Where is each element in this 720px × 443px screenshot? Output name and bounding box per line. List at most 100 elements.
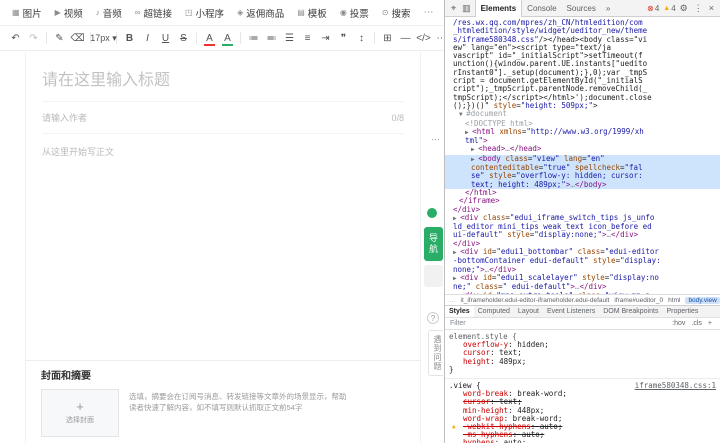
styles-tab-layout[interactable]: Layout [514, 306, 543, 317]
align-left-button[interactable]: ☰ [284, 33, 295, 44]
plus-icon: + [76, 399, 84, 414]
float-status-dot-icon[interactable] [427, 208, 437, 218]
tab-icon: ▦ [12, 8, 20, 17]
styles-filter-row: Filter :hov .cls + [445, 318, 720, 330]
font-color-button[interactable]: A [204, 33, 215, 46]
title-input[interactable]: 请在这里输入标题 [42, 66, 404, 102]
devtools-tab-sources[interactable]: Sources [562, 0, 601, 17]
underline-button[interactable]: U [160, 33, 171, 44]
horizontal-rule-button[interactable]: — [400, 33, 411, 44]
author-row: 请输入作者 0/8 [42, 102, 404, 134]
breadcrumb-item[interactable]: body.view [685, 296, 720, 304]
float-tool-button[interactable] [424, 265, 443, 287]
breadcrumb-ellipsis: … [449, 296, 456, 304]
more-tabs-icon[interactable]: » [603, 4, 613, 13]
tab-icon: ♪ [95, 8, 100, 17]
devtools-tab-console[interactable]: Console [522, 0, 561, 17]
styles-rules: element.style {overflow-y: hidden; cursor… [445, 330, 720, 443]
toolbar-divider [196, 32, 197, 44]
feedback-tab[interactable]: 遇到问题 [428, 330, 443, 376]
breadcrumb-item[interactable]: it_iframeholder.edui-editor-iframeholder… [461, 297, 610, 304]
devtools-menu-icon[interactable]: ⋮ [692, 3, 705, 14]
font-size-select[interactable]: 17px ▾ [90, 33, 117, 44]
css-property[interactable]: height: 489px; [449, 357, 716, 366]
tab-icon: ▶ [54, 8, 61, 17]
editor-tab-返佣商品[interactable]: ◈ 返佣商品 [237, 6, 284, 20]
close-devtools-icon[interactable]: × [707, 3, 716, 13]
error-badge[interactable]: ⊗ 4 [647, 4, 659, 13]
styles-pane-tabs: Styles Computed Layout Event Listeners DOM B… [445, 305, 720, 318]
filter-toggle-[interactable]: + [705, 320, 715, 327]
author-input[interactable]: 请输入作者 [42, 111, 87, 124]
navigation-float-button[interactable]: 导航 [424, 227, 443, 261]
insert-table-button[interactable]: ⊞ [382, 33, 393, 44]
dom-line[interactable]: ui-default" style="display:none;">…</div… [445, 231, 720, 239]
styles-tab-event-listeners[interactable]: Event Listeners [543, 306, 599, 317]
ordered-list-button[interactable]: ≕ [266, 33, 277, 44]
editor-tab-视频[interactable]: ▶ 视频 [55, 6, 83, 20]
undo-icon[interactable]: ↶ [10, 33, 21, 44]
device-toolbar-icon[interactable]: ▥ [460, 3, 473, 14]
breadcrumb-item[interactable]: iframe#ueditor_0 [614, 297, 663, 304]
settings-gear-icon[interactable]: ⚙ [678, 3, 690, 14]
styles-tab-properties[interactable]: Properties [662, 306, 702, 317]
line-height-button[interactable]: ↕ [356, 33, 367, 44]
tabbar-overflow-icon[interactable]: ⋯ [424, 7, 434, 18]
strikethrough-button[interactable]: S [178, 33, 189, 44]
redo-icon[interactable]: ↷ [28, 33, 39, 44]
cover-row: + 选择封面 选填，摘要会在订阅号消息、转发链接等文章外的场景显示，帮助读者快速… [41, 389, 405, 437]
css-property[interactable]: hyphens: auto; [449, 439, 716, 443]
cover-section-title: 封面和摘要 [41, 371, 91, 382]
choose-cover-label: 选择封面 [66, 417, 94, 424]
editor-tab-音频[interactable]: ♪ 音频 [96, 6, 122, 20]
more-button[interactable]: ⋯ [436, 33, 445, 44]
warning-badge[interactable]: ▲ 4 [663, 4, 675, 13]
error-icon: ⊗ [647, 3, 654, 13]
align-center-button[interactable]: ≡ [302, 33, 313, 44]
indent-button[interactable]: ⇥ [320, 33, 331, 44]
tab-icon: ∞ [134, 8, 141, 17]
elements-dom-tree: /res.wx.qq.com/mpres/zh_CN/htmledition/c… [445, 17, 720, 294]
rule-close-brace: } [449, 364, 454, 374]
stylesheet-link[interactable]: iframe580348.css:1 [635, 381, 716, 390]
devtools-panel: ⌖ ▥ Elements Console Sources » ⊗ 4 ▲ 4 ⚙ ⋮… [444, 0, 720, 443]
editor-tab-搜索[interactable]: ⊙ 搜索 [382, 6, 411, 20]
filter-toggle-hov[interactable]: :hov [669, 320, 688, 327]
tab-icon: ⊙ [381, 8, 389, 17]
bold-button[interactable]: B [124, 33, 135, 44]
body-input[interactable]: 从这里开始写正文 [42, 145, 404, 158]
code-button[interactable]: </> [416, 33, 430, 44]
devtools-tab-elements[interactable]: Elements [474, 0, 523, 17]
format-painter-icon[interactable]: ✎ [54, 33, 65, 44]
author-counter: 0/8 [391, 112, 404, 123]
choose-cover-button[interactable]: + 选择封面 [41, 389, 119, 437]
inspect-element-icon[interactable]: ⌖ [449, 3, 458, 14]
dom-breadcrumb: … it_iframeholder.edui-editor-iframeholde… [445, 294, 720, 305]
breadcrumb-item[interactable]: html [668, 297, 680, 304]
eraser-icon[interactable]: ⌫ [70, 33, 84, 44]
styles-tab-dom-breakpoints[interactable]: DOM Breakpoints [599, 306, 662, 317]
help-button[interactable]: ? [427, 312, 439, 324]
editor-tab-模板[interactable]: ▤ 模板 [297, 6, 327, 20]
dom-line[interactable]: </iframe> [445, 197, 720, 205]
editor-tabbar: ▦图片▶视频♪音频∞超链接◳小程序◈返佣商品▤模板◉投票⊙搜索 ⋯ ⊞ [0, 0, 444, 26]
styles-filter-input[interactable]: Filter [450, 320, 466, 327]
toolbar-divider [46, 32, 47, 44]
unordered-list-button[interactable]: ≔ [248, 33, 259, 44]
summary-input[interactable]: 选填，摘要会在订阅号消息、转发链接等文章外的场景显示，帮助读者快速了解内容，如不… [129, 392, 351, 437]
italic-button[interactable]: I [142, 33, 153, 44]
float-more-icon[interactable]: ⋯ [431, 134, 440, 145]
editor-tab-小程序[interactable]: ◳ 小程序 [185, 6, 224, 20]
styles-tab-styles[interactable]: Styles [445, 306, 474, 317]
tab-icon: ▤ [297, 8, 305, 17]
editor-tab-图片[interactable]: ▦ 图片 [12, 6, 42, 20]
styles-tab-computed[interactable]: Computed [474, 306, 514, 317]
filter-toggle-cls[interactable]: .cls [688, 320, 705, 327]
style-rule: element.style {overflow-y: hidden; cursor… [445, 332, 720, 380]
editor-tab-超链接[interactable]: ∞ 超链接 [135, 6, 172, 20]
error-count: 4 [654, 3, 660, 13]
editor-tab-投票[interactable]: ◉ 投票 [340, 6, 369, 20]
quote-button[interactable]: ❞ [338, 33, 349, 44]
screen: ▦图片 ▶视频 ♪音频 ∞超链接 ◳小程序 ◈返佣商品 ▤模板 ◉投票 ⊙搜索 ⋯ ⊞ ↶ ↷ ✎ ⌫… [0, 0, 720, 443]
highlight-color-button[interactable]: A [222, 33, 233, 46]
